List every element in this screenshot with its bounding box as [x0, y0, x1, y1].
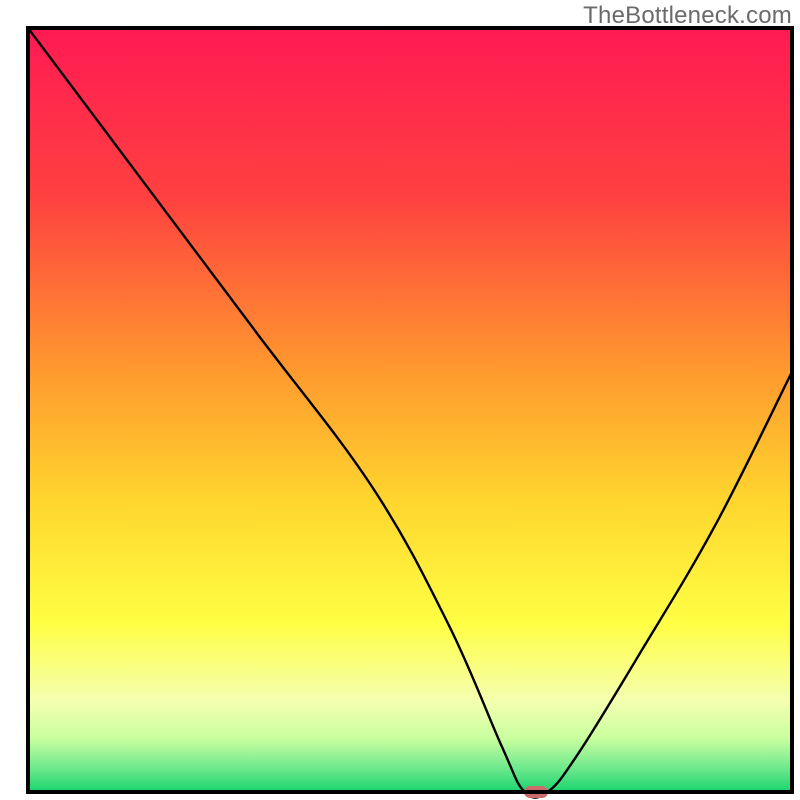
plot-area	[28, 28, 792, 798]
chart-background	[28, 28, 792, 792]
watermark-label: TheBottleneck.com	[583, 2, 792, 30]
bottleneck-chart: TheBottleneck.com	[0, 0, 800, 800]
chart-svg	[0, 0, 800, 800]
